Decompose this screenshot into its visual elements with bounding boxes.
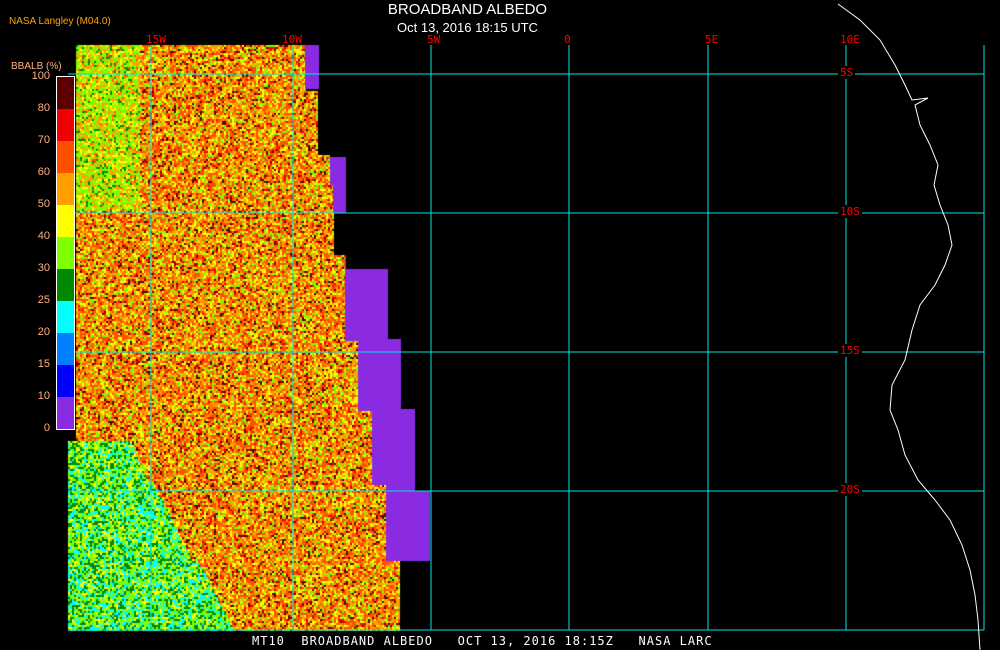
legend-tick: 25 (37, 294, 50, 306)
legend-tick: 30 (37, 262, 50, 274)
legend-swatch (57, 301, 74, 333)
map-title: BROADBAND ALBEDO (387, 1, 548, 18)
legend-tick: 20 (37, 326, 50, 338)
lat-label-10s: 10S (838, 205, 862, 218)
legend-swatch (57, 77, 74, 109)
legend-swatch (57, 333, 74, 365)
map-overlay (68, 3, 985, 650)
lat-lon-grid (68, 45, 985, 631)
lon-label-5e: 5E (705, 33, 719, 46)
legend-tick: 10 (37, 390, 50, 402)
lon-label-10w: 10W (282, 33, 302, 46)
legend-tick: 15 (37, 358, 50, 370)
lat-label-20s: 20S (838, 483, 862, 496)
legend-swatch (57, 365, 74, 397)
map-datetime: Oct 13, 2016 18:15 UTC (397, 20, 538, 35)
legend-tick: 40 (37, 230, 50, 242)
lon-label-10e: 10E (840, 33, 860, 46)
legend-tick: 80 (37, 102, 50, 114)
legend-tick: 50 (37, 198, 50, 210)
legend-swatch (57, 269, 74, 301)
legend-swatch (57, 237, 74, 269)
lat-label-5s: 5S (838, 66, 856, 79)
legend-swatch (57, 173, 74, 205)
lon-label-5w: 5W (427, 33, 441, 46)
footer-caption: MT10 BROADBAND ALBEDO OCT 13, 2016 18:15… (252, 634, 713, 648)
legend-swatch (57, 205, 74, 237)
source-label: NASA Langley (M04.0) (9, 16, 111, 27)
legend-swatch (57, 397, 74, 429)
coastline (837, 3, 981, 650)
legend-tick: 70 (37, 134, 50, 146)
map-viewer: BROADBAND ALBEDO Oct 13, 2016 18:15 UTC … (0, 0, 1000, 650)
legend-swatch (57, 141, 74, 173)
legend-tick: 60 (37, 166, 50, 178)
legend-swatch (57, 109, 74, 141)
lon-label-0: 0 (564, 33, 571, 46)
legend-tick: 0 (43, 422, 50, 434)
lon-label-15w: 15W (146, 33, 166, 46)
color-legend (56, 76, 75, 430)
legend-tick: 100 (31, 70, 50, 82)
lat-label-15s: 15S (838, 344, 862, 357)
